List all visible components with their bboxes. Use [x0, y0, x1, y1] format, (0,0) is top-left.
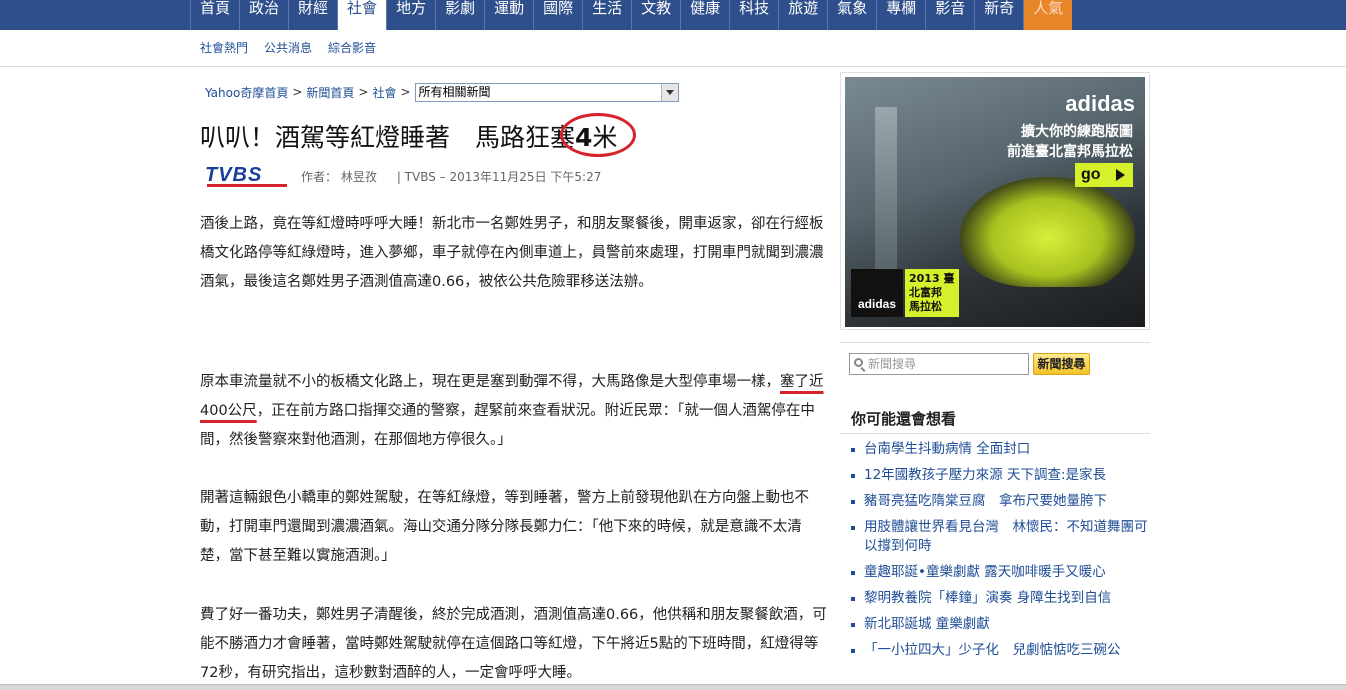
breadcrumb-yahoo-home[interactable]: Yahoo奇摩首頁: [205, 84, 288, 101]
related-news-item[interactable]: 用肢體讓世界看見台灣 林懷民：不知道舞團可以撐到何時: [850, 518, 1150, 556]
ad-tagline-2: 前進臺北富邦馬拉松: [1007, 144, 1133, 160]
title-text: 叭叭！酒駕等紅燈睡著 馬路狂塞: [200, 123, 576, 152]
tab-home[interactable]: 首頁: [190, 0, 239, 30]
search-button[interactable]: 新聞搜尋: [1033, 353, 1090, 375]
breadcrumb-separator: >: [358, 85, 369, 99]
tab-politics[interactable]: 政治: [239, 0, 288, 30]
subnav-video[interactable]: 綜合影音: [328, 39, 376, 56]
search-icon: [854, 358, 863, 367]
byline: TVBS 作者： 林昱孜 | TVBS – 2013年11月25日 下午5:27: [205, 164, 601, 188]
related-news-item[interactable]: 豬哥亮猛吃隋棠豆腐 拿布尺要她量胯下: [850, 492, 1150, 511]
tab-sports[interactable]: 運動: [484, 0, 533, 30]
breadcrumb: Yahoo奇摩首頁 > 新聞首頁 > 社會 > 所有相關新聞: [205, 82, 679, 102]
tab-entertainment[interactable]: 影劇: [435, 0, 484, 30]
tab-society[interactable]: 社會: [337, 0, 387, 30]
related-news-item[interactable]: 「一小拉四大」少子化 兒劇惦惦吃三碗公: [850, 641, 1150, 660]
publish-meta: | TVBS – 2013年11月25日 下午5:27: [396, 169, 602, 184]
article-title: 叭叭！酒駕等紅燈睡著 馬路狂塞4米: [200, 118, 617, 154]
breadcrumb-separator: >: [292, 85, 303, 99]
chevron-down-icon[interactable]: [660, 83, 678, 101]
running-shoe-graphic: [960, 177, 1135, 287]
paragraph-1: 酒後上路，竟在等紅燈時呼呼大睡！新北市一名鄭姓男子，和朋友聚餐後，開車返家，卻在…: [200, 216, 824, 290]
tab-health[interactable]: 健康: [680, 0, 729, 30]
related-news-list: 台南學生抖動病情 全面封口 12年國教孩子壓力來源 天下調查:是家長 豬哥亮猛吃…: [840, 434, 1150, 660]
tab-culture[interactable]: 文教: [631, 0, 680, 30]
tab-column[interactable]: 專欄: [876, 0, 925, 30]
paragraph-4: 費了好一番功夫，鄭姓男子清醒後，終於完成酒測，酒測值高達0.66，他供稱和朋友聚…: [200, 607, 827, 681]
breadcrumb-society[interactable]: 社會: [372, 84, 396, 101]
ad-brand: adidas: [1065, 91, 1135, 116]
paragraph-2: 原本車流量就不小的板橋文化路上，現在更是塞到動彈不得，大馬路像是大型停車場一樣，…: [200, 368, 827, 455]
ad-image: adidas 擴大你的練跑版圖 前進臺北富邦馬拉松 go adidas 2013…: [845, 77, 1145, 327]
tab-international[interactable]: 國際: [533, 0, 582, 30]
news-search: 新聞搜尋 新聞搜尋: [840, 342, 1150, 382]
red-circle-annotation: [560, 113, 636, 157]
related-news-item[interactable]: 12年國教孩子壓力來源 天下調查:是家長: [850, 466, 1150, 485]
marathon-badge: 2013 臺北富邦 馬拉松: [905, 269, 959, 317]
related-news-item[interactable]: 童趣耶誕•童樂劇獻 露天咖啡暖手又暖心: [850, 563, 1150, 582]
related-news-item[interactable]: 新北耶誕城 童樂劇獻: [850, 615, 1150, 634]
tab-tech[interactable]: 科技: [729, 0, 778, 30]
tab-popular[interactable]: 人氣: [1023, 0, 1073, 30]
related-news-select-value: 所有相關新聞: [418, 84, 491, 99]
related-news-item[interactable]: 台南學生抖動病情 全面封口: [850, 440, 1150, 459]
tab-local[interactable]: 地方: [386, 0, 435, 30]
subnav-hot[interactable]: 社會熱門: [200, 39, 248, 56]
top-navigation: 首頁 政治 財經 社會 地方 影劇 運動 國際 生活 文教 健康 科技 旅遊 氣…: [0, 0, 1346, 30]
related-news-item[interactable]: 黎明教養院「棒鐘」演奏 身障生找到自信: [850, 589, 1150, 608]
author: 作者： 林昱孜: [301, 169, 377, 184]
adidas-banner-ad[interactable]: adidas 擴大你的練跑版圖 前進臺北富邦馬拉松 go adidas 2013…: [840, 72, 1150, 330]
paragraph-2-start: 原本車流量就不小的板橋文化路上，現在更是塞到動彈不得，大馬路像是大型停車場一樣，: [200, 374, 780, 390]
breadcrumb-separator: >: [400, 85, 411, 99]
search-placeholder: 新聞搜尋: [868, 357, 917, 371]
tab-finance[interactable]: 財經: [288, 0, 337, 30]
tvbs-logo-text: TVBS: [205, 164, 263, 186]
ad-tagline-1: 擴大你的練跑版圖: [1021, 124, 1133, 140]
related-news-header: 你可能還會想看: [840, 400, 1150, 434]
subnav-public[interactable]: 公共消息: [264, 39, 312, 56]
tvbs-logo[interactable]: TVBS: [205, 165, 289, 187]
tab-weather[interactable]: 氣象: [827, 0, 876, 30]
tab-odd-news[interactable]: 新奇: [974, 0, 1023, 30]
logo-underline: [207, 184, 287, 187]
sub-navigation: 社會熱門 公共消息 綜合影音: [0, 30, 1346, 67]
tab-life[interactable]: 生活: [582, 0, 631, 30]
ad-go-button[interactable]: go: [1075, 163, 1133, 187]
horizontal-scrollbar[interactable]: [0, 684, 1346, 690]
tab-travel[interactable]: 旅遊: [778, 0, 827, 30]
adidas-logo: adidas: [851, 269, 903, 317]
related-news-select[interactable]: 所有相關新聞: [414, 82, 679, 102]
tab-video[interactable]: 影音: [925, 0, 974, 30]
paragraph-3: 開著這輛銀色小轎車的鄭姓駕駛，在等紅綠燈，等到睡著，警方上前發現他趴在方向盤上動…: [200, 490, 809, 564]
related-news: 你可能還會想看 台南學生抖動病情 全面封口 12年國教孩子壓力來源 天下調查:是…: [840, 400, 1150, 667]
section-tabs: 首頁 政治 財經 社會 地方 影劇 運動 國際 生活 文教 健康 科技 旅遊 氣…: [190, 0, 1073, 30]
breadcrumb-news-home[interactable]: 新聞首頁: [306, 84, 354, 101]
paragraph-2-end: ，正在前方路口指揮交通的警察，趕緊前來查看狀況。附近民眾：「就一個人酒駕停在中間…: [200, 403, 815, 448]
search-input[interactable]: 新聞搜尋: [849, 353, 1029, 375]
